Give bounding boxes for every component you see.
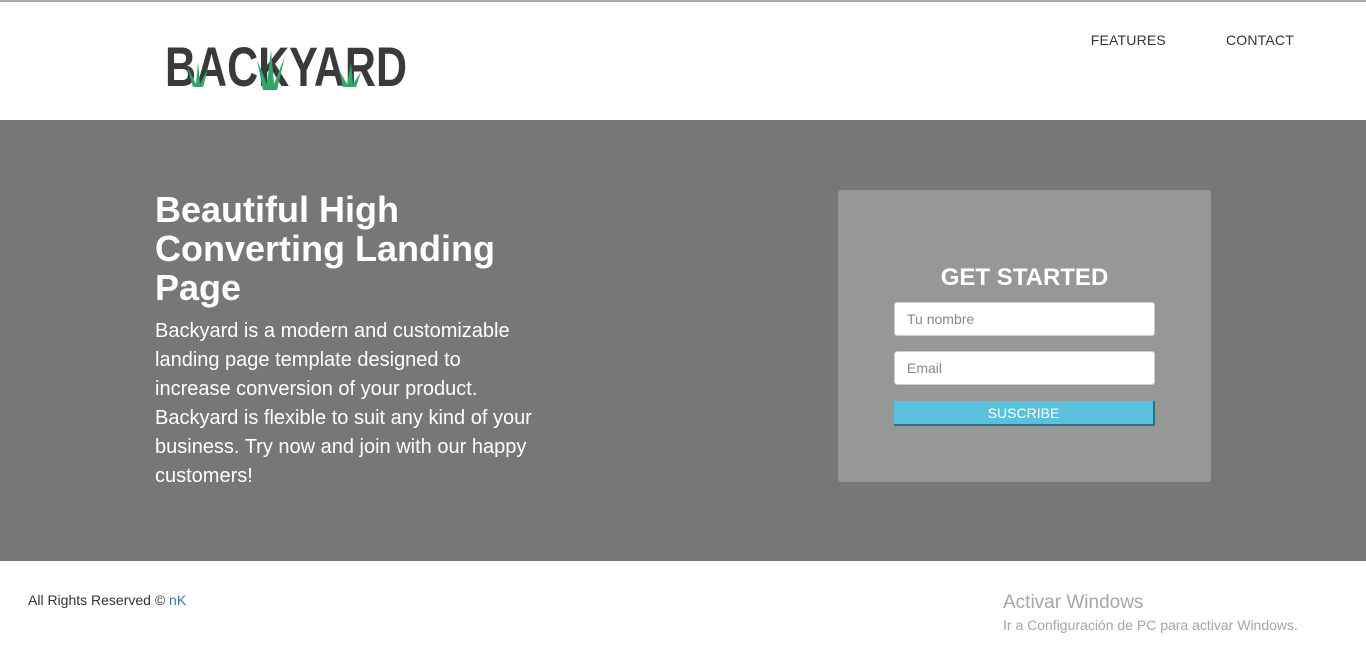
subscribe-button[interactable]: SUSCRIBE bbox=[894, 401, 1155, 426]
hero-description: Backyard is a modern and customizable la… bbox=[155, 320, 532, 487]
copyright-text: All Rights Reserved © bbox=[28, 592, 166, 608]
nav-contact-link[interactable]: CONTACT bbox=[1226, 32, 1294, 48]
main-nav: FEATURES CONTACT bbox=[1091, 32, 1294, 48]
nav-features-link[interactable]: FEATURES bbox=[1091, 32, 1166, 48]
logo-graphic: BACKYARD bbox=[165, 35, 407, 94]
watermark-subtitle: Ir a Configuración de PC para activar Wi… bbox=[1003, 617, 1298, 633]
watermark-title: Activar Windows bbox=[1003, 592, 1144, 613]
logo[interactable]: BACKYARD bbox=[163, 30, 413, 94]
hero-section: Beautiful High Converting Landing Page B… bbox=[0, 120, 1366, 561]
windows-activation-watermark: Activar Windows Ir a Configuración de PC… bbox=[1003, 592, 1298, 635]
signup-title: GET STARTED bbox=[940, 264, 1109, 291]
author-link[interactable]: nK bbox=[169, 592, 186, 608]
copyright: All Rights Reserved © nK bbox=[28, 592, 186, 608]
name-input[interactable] bbox=[894, 302, 1155, 336]
signup-card: GET STARTED SUSCRIBE bbox=[838, 190, 1211, 482]
hero-title: Beautiful High Converting Landing Page bbox=[155, 189, 495, 308]
site-header: BACKYARD FEATURES CONTACT bbox=[0, 2, 1366, 120]
email-input[interactable] bbox=[894, 351, 1155, 385]
